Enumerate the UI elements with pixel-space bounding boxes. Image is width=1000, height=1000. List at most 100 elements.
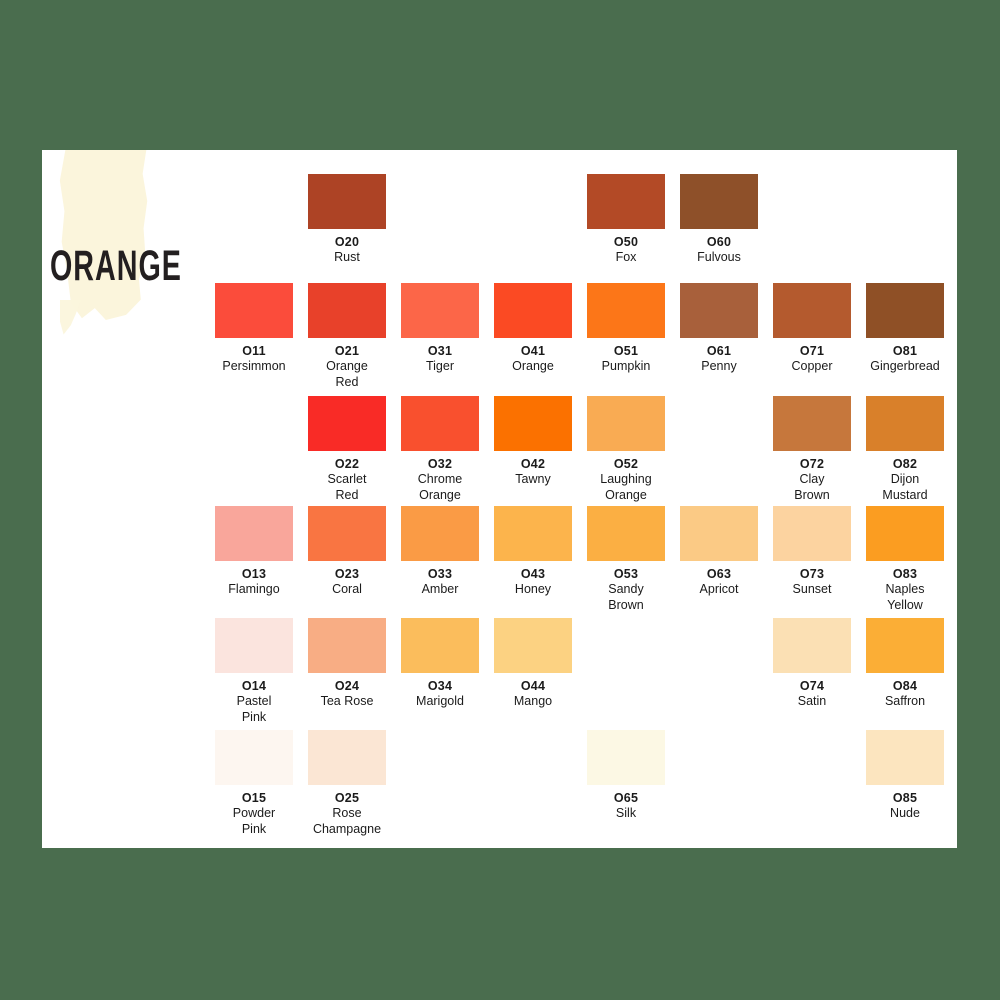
swatch-code: O43: [520, 567, 546, 581]
swatch-cell[interactable]: O22 Scarlet Red: [308, 396, 386, 503]
swatch-code: O74: [799, 679, 825, 693]
swatch-name: Naples Yellow: [885, 582, 925, 612]
swatch-name: Orange Red: [326, 359, 368, 389]
color-swatch[interactable]: [773, 618, 851, 673]
color-swatch[interactable]: [587, 506, 665, 561]
swatch-name: Apricot: [699, 582, 739, 596]
swatch-cell[interactable]: O21 Orange Red: [308, 283, 386, 390]
swatch-name: Tawny: [515, 472, 551, 486]
color-swatch[interactable]: [215, 618, 293, 673]
swatch-cell[interactable]: O11 Persimmon: [215, 283, 293, 375]
color-swatch[interactable]: [494, 396, 572, 451]
swatch-code: O42: [520, 457, 546, 471]
color-swatch[interactable]: [401, 506, 479, 561]
swatch-code: O84: [892, 679, 918, 693]
swatch-cell[interactable]: O31 Tiger: [401, 283, 479, 375]
color-swatch[interactable]: [866, 283, 944, 338]
color-swatch[interactable]: [401, 396, 479, 451]
swatch-name: Persimmon: [222, 359, 286, 373]
color-swatch[interactable]: [680, 283, 758, 338]
color-swatch[interactable]: [215, 506, 293, 561]
color-swatch[interactable]: [866, 396, 944, 451]
swatch-cell[interactable]: O73 Sunset: [773, 506, 851, 598]
color-swatch[interactable]: [587, 730, 665, 785]
swatch-name: Sandy Brown: [608, 582, 644, 612]
swatch-cell[interactable]: O65 Silk: [587, 730, 665, 822]
color-swatch[interactable]: [308, 506, 386, 561]
swatch-name: Clay Brown: [794, 472, 830, 502]
swatch-cell[interactable]: O33 Amber: [401, 506, 479, 598]
swatch-cell[interactable]: O50 Fox: [587, 174, 665, 266]
swatch-cell[interactable]: O13 Flamingo: [215, 506, 293, 598]
swatch-cell[interactable]: O41 Orange: [494, 283, 572, 375]
swatch-cell[interactable]: O72 Clay Brown: [773, 396, 851, 503]
swatch-cell[interactable]: O71 Copper: [773, 283, 851, 375]
swatch-name: Nude: [890, 806, 920, 820]
color-swatch[interactable]: [866, 506, 944, 561]
swatch-name: Chrome Orange: [417, 472, 463, 502]
swatch-cell[interactable]: O74 Satin: [773, 618, 851, 710]
color-swatch[interactable]: [866, 618, 944, 673]
color-swatch[interactable]: [308, 730, 386, 785]
swatch-cell[interactable]: O52 Laughing Orange: [587, 396, 665, 503]
swatch-cell[interactable]: O81 Gingerbread: [866, 283, 944, 375]
color-swatch[interactable]: [494, 506, 572, 561]
swatch-card: ORANGE O20 Rust O50 Fox O60 Fulvous O11 Persimm…: [42, 150, 957, 848]
swatch-name: Laughing Orange: [600, 472, 652, 502]
swatch-name: Saffron: [884, 694, 926, 708]
swatch-code: O52: [613, 457, 639, 471]
color-swatch[interactable]: [773, 506, 851, 561]
color-swatch[interactable]: [215, 283, 293, 338]
color-swatch[interactable]: [308, 283, 386, 338]
swatch-cell[interactable]: O15 Powder Pink: [215, 730, 293, 837]
color-swatch[interactable]: [773, 283, 851, 338]
swatch-code: O83: [892, 567, 918, 581]
swatch-cell[interactable]: O14 Pastel Pink: [215, 618, 293, 725]
color-swatch[interactable]: [215, 730, 293, 785]
swatch-cell[interactable]: O61 Penny: [680, 283, 758, 375]
swatch-code: O14: [241, 679, 267, 693]
swatch-cell[interactable]: O84 Saffron: [866, 618, 944, 710]
swatch-code: O31: [427, 344, 453, 358]
swatch-cell[interactable]: O82 Dijon Mustard: [866, 396, 944, 503]
color-swatch[interactable]: [401, 283, 479, 338]
swatch-cell[interactable]: O44 Mango: [494, 618, 572, 710]
swatch-name: Honey: [514, 582, 552, 596]
swatch-code: O53: [613, 567, 639, 581]
swatch-cell[interactable]: O43 Honey: [494, 506, 572, 598]
swatch-code: O22: [334, 457, 360, 471]
swatch-cell[interactable]: O60 Fulvous: [680, 174, 758, 266]
color-swatch[interactable]: [308, 174, 386, 229]
color-swatch[interactable]: [587, 174, 665, 229]
color-swatch[interactable]: [680, 506, 758, 561]
color-swatch[interactable]: [308, 396, 386, 451]
swatch-cell[interactable]: O25 Rose Champagne: [308, 730, 386, 837]
swatch-cell[interactable]: O42 Tawny: [494, 396, 572, 488]
swatch-cell[interactable]: O24 Tea Rose: [308, 618, 386, 710]
color-swatch[interactable]: [308, 618, 386, 673]
color-swatch[interactable]: [494, 618, 572, 673]
swatch-cell[interactable]: O51 Pumpkin: [587, 283, 665, 375]
color-swatch[interactable]: [587, 283, 665, 338]
swatch-name: Satin: [797, 694, 827, 708]
swatch-cell[interactable]: O53 Sandy Brown: [587, 506, 665, 613]
swatch-cell[interactable]: O23 Coral: [308, 506, 386, 598]
swatch-cell[interactable]: O32 Chrome Orange: [401, 396, 479, 503]
swatch-cell[interactable]: O63 Apricot: [680, 506, 758, 598]
swatch-code: O41: [520, 344, 546, 358]
color-swatch[interactable]: [773, 396, 851, 451]
swatch-code: O33: [427, 567, 453, 581]
swatch-name: Gingerbread: [870, 359, 940, 373]
swatch-cell[interactable]: O85 Nude: [866, 730, 944, 822]
color-swatch[interactable]: [401, 618, 479, 673]
color-swatch[interactable]: [494, 283, 572, 338]
swatch-cell[interactable]: O34 Marigold: [401, 618, 479, 710]
swatch-code: O60: [706, 235, 732, 249]
swatch-name: Fox: [615, 250, 637, 264]
swatch-cell[interactable]: O83 Naples Yellow: [866, 506, 944, 613]
color-swatch[interactable]: [866, 730, 944, 785]
swatch-cell[interactable]: O20 Rust: [308, 174, 386, 266]
swatch-name: Silk: [615, 806, 637, 820]
color-swatch[interactable]: [587, 396, 665, 451]
color-swatch[interactable]: [680, 174, 758, 229]
